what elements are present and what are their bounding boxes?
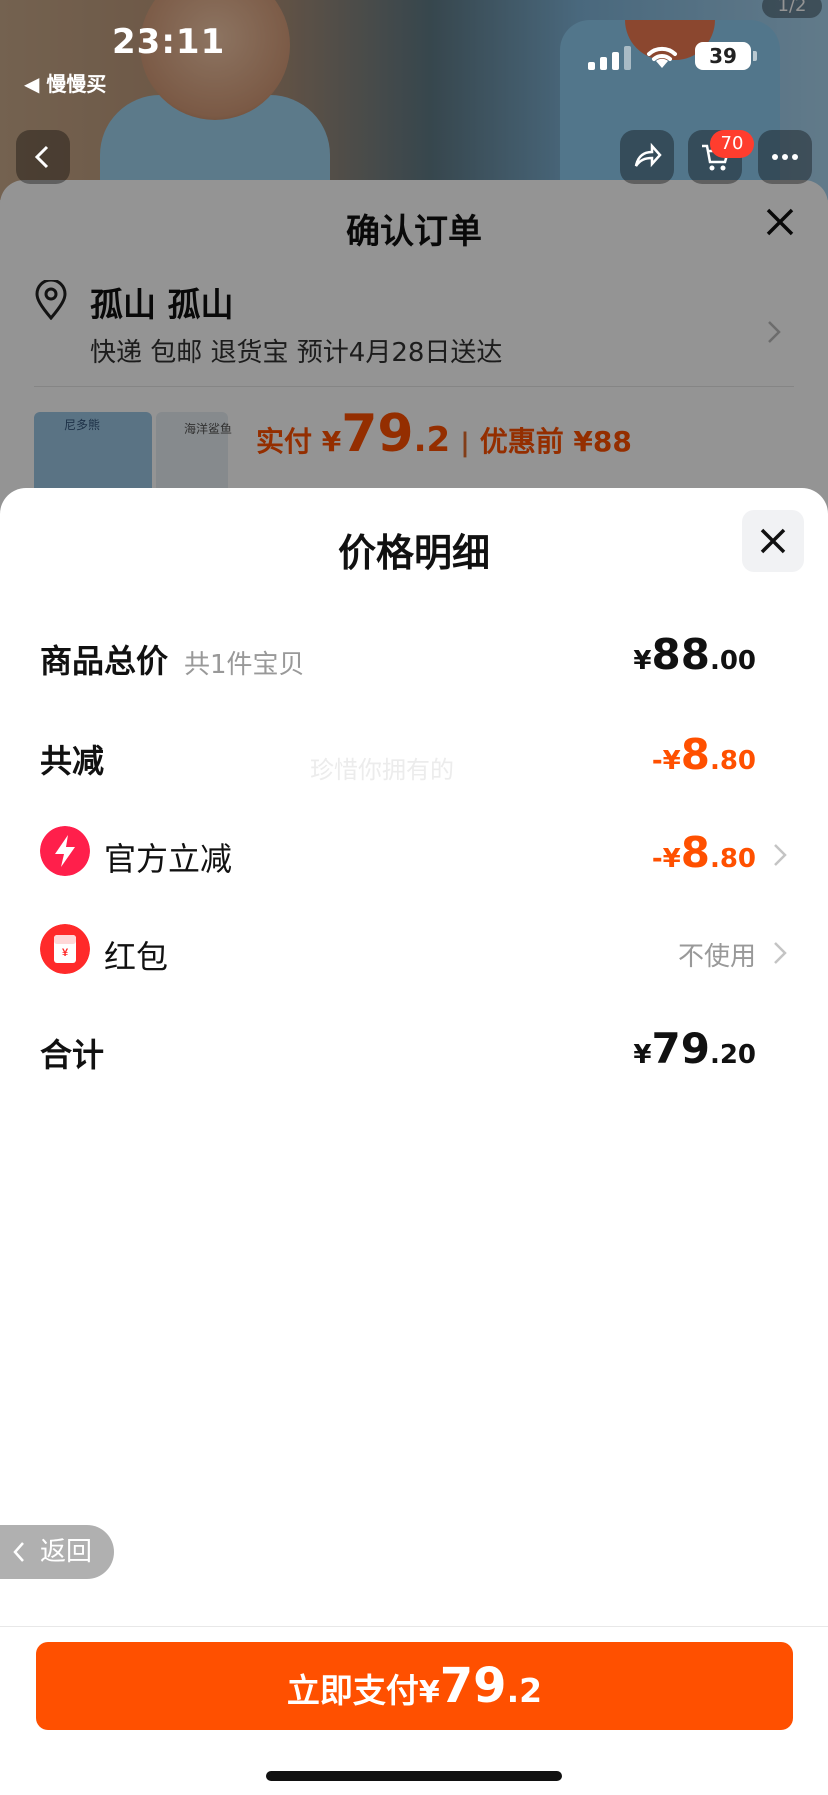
wifi-icon <box>647 46 677 68</box>
pay-currency: ¥ <box>418 1675 440 1710</box>
share-icon <box>634 142 662 168</box>
official-discount-amount: -¥8.80 <box>652 828 756 877</box>
currency-symbol: -¥ <box>651 844 681 874</box>
status-bar: 23:11 ◀ 慢慢买 39 <box>0 0 828 100</box>
official-discount-row[interactable]: 官方立减 -¥8.80 <box>0 820 828 890</box>
back-pill-label: 返回 <box>40 1537 93 1567</box>
amount-decimal: .00 <box>709 646 756 676</box>
amount-decimal: .80 <box>709 844 756 874</box>
chevron-left-icon <box>34 145 49 169</box>
cellular-signal-icon <box>588 46 632 70</box>
svg-text:¥: ¥ <box>62 947 69 959</box>
pay-amount-decimal: .2 <box>506 1671 543 1710</box>
pay-button-label: 立即支付 <box>286 1671 419 1710</box>
amount-integer: 8 <box>680 828 710 877</box>
chevron-right-icon <box>774 844 787 866</box>
amount-integer: 79 <box>651 1024 710 1073</box>
currency-symbol: ¥ <box>633 1040 652 1070</box>
pay-amount-integer: 79 <box>439 1658 507 1714</box>
red-envelope-row[interactable]: ¥ 红包 不使用 <box>0 918 828 988</box>
chevron-left-icon <box>13 1542 24 1562</box>
red-envelope-value: 不使用 <box>677 942 756 972</box>
amount-integer: 8 <box>680 730 710 779</box>
share-button[interactable] <box>620 130 674 184</box>
amount-decimal: .20 <box>709 1040 756 1070</box>
price-detail-sheet: 价格明细 商品总价 共1件宝贝 ¥88.00 共减 -¥8.80 珍惜你拥有的 … <box>0 488 828 1795</box>
sheet-title: 价格明细 <box>337 531 490 575</box>
back-to-app-link[interactable]: ◀ 慢慢买 <box>24 68 106 97</box>
chevron-right-icon <box>774 942 787 964</box>
watermark-text: 珍惜你拥有的 <box>310 756 454 784</box>
subtotal-label: 商品总价 <box>40 642 169 680</box>
back-pill-button[interactable]: 返回 <box>0 1525 114 1579</box>
more-button[interactable] <box>758 130 812 184</box>
currency-symbol: ¥ <box>633 646 652 676</box>
total-discount-label: 共减 <box>40 742 105 780</box>
lightning-icon <box>40 826 90 876</box>
home-indicator[interactable] <box>266 1771 562 1781</box>
red-envelope-label: 红包 <box>104 938 169 976</box>
footer-divider <box>0 1626 828 1627</box>
cart-count-badge: 70 <box>710 130 754 158</box>
close-icon <box>760 528 786 554</box>
close-button[interactable] <box>742 510 804 572</box>
status-time: 23:11 <box>112 22 226 62</box>
currency-symbol: -¥ <box>651 746 681 776</box>
pay-now-button[interactable]: 立即支付¥79.2 <box>36 1642 793 1730</box>
back-button[interactable] <box>16 130 70 184</box>
amount-decimal: .80 <box>709 746 756 776</box>
red-envelope-icon: ¥ <box>40 924 90 974</box>
subtotal-row: 商品总价 共1件宝贝 ¥88.00 <box>0 622 828 692</box>
item-count: 共1件宝贝 <box>184 650 305 680</box>
subtotal-amount: ¥88.00 <box>633 630 756 679</box>
amount-integer: 88 <box>651 630 710 679</box>
grand-total-row: 合计 ¥79.20 <box>0 1016 828 1086</box>
more-dots-icon <box>772 154 798 160</box>
official-discount-label: 官方立减 <box>104 840 233 878</box>
battery-indicator: 39 <box>695 42 757 70</box>
total-discount-amount: -¥8.80 <box>652 730 756 779</box>
grand-total-amount: ¥79.20 <box>633 1024 756 1073</box>
grand-total-label: 合计 <box>40 1036 105 1074</box>
